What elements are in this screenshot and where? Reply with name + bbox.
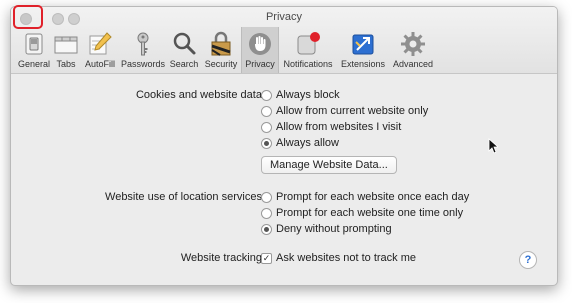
option-label: Allow from websites I visit: [276, 121, 402, 133]
location-option-one-time-only[interactable]: Prompt for each website one time only: [261, 207, 463, 219]
option-label: Allow from current website only: [276, 105, 429, 117]
tab-privacy[interactable]: Privacy: [241, 27, 279, 73]
preferences-window: Privacy General Tabs AutoFill Passwords …: [10, 6, 558, 286]
option-label: Prompt for each website one time only: [276, 207, 464, 219]
tab-notifications[interactable]: Notifications: [279, 27, 337, 73]
window-title: Privacy: [265, 11, 303, 23]
preferences-toolbar: General Tabs AutoFill Passwords Search S…: [17, 27, 437, 73]
option-label: Ask websites not to track me: [276, 252, 416, 264]
radio-button[interactable]: [261, 121, 272, 133]
tab-advanced-label: Advanced: [392, 59, 434, 69]
tab-passwords[interactable]: Passwords: [119, 27, 167, 73]
cookies-option-always-allow[interactable]: Always allow: [261, 137, 339, 149]
cookies-option-websites-visited[interactable]: Allow from websites I visit: [261, 121, 401, 133]
tab-notifications-label: Notifications: [283, 59, 333, 69]
radio-button-selected[interactable]: [261, 137, 272, 149]
tab-search[interactable]: Search: [167, 27, 201, 73]
autofill-pencil-icon: [89, 32, 112, 55]
privacy-pane: Cookies and website data: Always block A…: [11, 74, 557, 285]
tab-security[interactable]: Security: [201, 27, 241, 73]
gear-icon: [401, 32, 425, 56]
option-label: Deny without prompting: [276, 223, 392, 235]
key-icon: [137, 32, 149, 56]
tab-tabs-label: Tabs: [56, 59, 76, 69]
tab-general[interactable]: General: [17, 27, 51, 73]
radio-button-selected[interactable]: [261, 223, 272, 235]
cookies-label: Cookies and website data:: [135, 89, 265, 101]
puzzle-icon: [352, 34, 374, 55]
radio-button[interactable]: [261, 191, 272, 203]
do-not-track-option[interactable]: ✓ Ask websites not to track me: [261, 252, 416, 264]
tabs-icon: [54, 36, 78, 54]
tab-search-label: Search: [169, 59, 199, 69]
location-option-once-each-day[interactable]: Prompt for each website once each day: [261, 191, 469, 203]
tab-tabs[interactable]: Tabs: [51, 27, 81, 73]
radio-button[interactable]: [261, 89, 272, 101]
manage-website-data-button[interactable]: Manage Website Data...: [261, 156, 397, 174]
option-label: Always allow: [276, 137, 339, 149]
option-label: Always block: [276, 89, 340, 101]
tab-privacy-label: Privacy: [245, 59, 275, 69]
tab-autofill-label: AutoFill: [84, 59, 115, 69]
close-button-highlight: [13, 5, 43, 29]
tab-extensions[interactable]: Extensions: [337, 27, 389, 73]
title-bar: Privacy General Tabs AutoFill Passwords …: [11, 7, 557, 74]
tab-advanced[interactable]: Advanced: [389, 27, 437, 73]
location-option-deny[interactable]: Deny without prompting: [261, 223, 392, 235]
cookies-option-always-block[interactable]: Always block: [261, 89, 340, 101]
mouse-pointer-icon: [488, 138, 498, 154]
tab-general-label: General: [17, 59, 51, 69]
lock-icon: [211, 31, 231, 56]
radio-button[interactable]: [261, 105, 272, 117]
cookies-option-current-website[interactable]: Allow from current website only: [261, 105, 428, 117]
notification-badge-icon: [297, 32, 320, 55]
magnifier-icon: [173, 32, 196, 55]
website-tracking-label: Website tracking:: [180, 252, 265, 264]
location-services-label: Website use of location services:: [105, 191, 265, 203]
radio-button[interactable]: [261, 207, 272, 219]
general-switch-icon: [25, 33, 43, 55]
tab-autofill[interactable]: AutoFill: [81, 27, 119, 73]
option-label: Prompt for each website once each day: [276, 191, 470, 203]
checkbox-checked[interactable]: ✓: [261, 252, 272, 264]
tab-passwords-label: Passwords: [121, 59, 166, 69]
tab-extensions-label: Extensions: [340, 59, 386, 69]
help-button[interactable]: ?: [519, 251, 537, 269]
tab-security-label: Security: [204, 59, 238, 69]
hand-icon: [249, 33, 271, 55]
